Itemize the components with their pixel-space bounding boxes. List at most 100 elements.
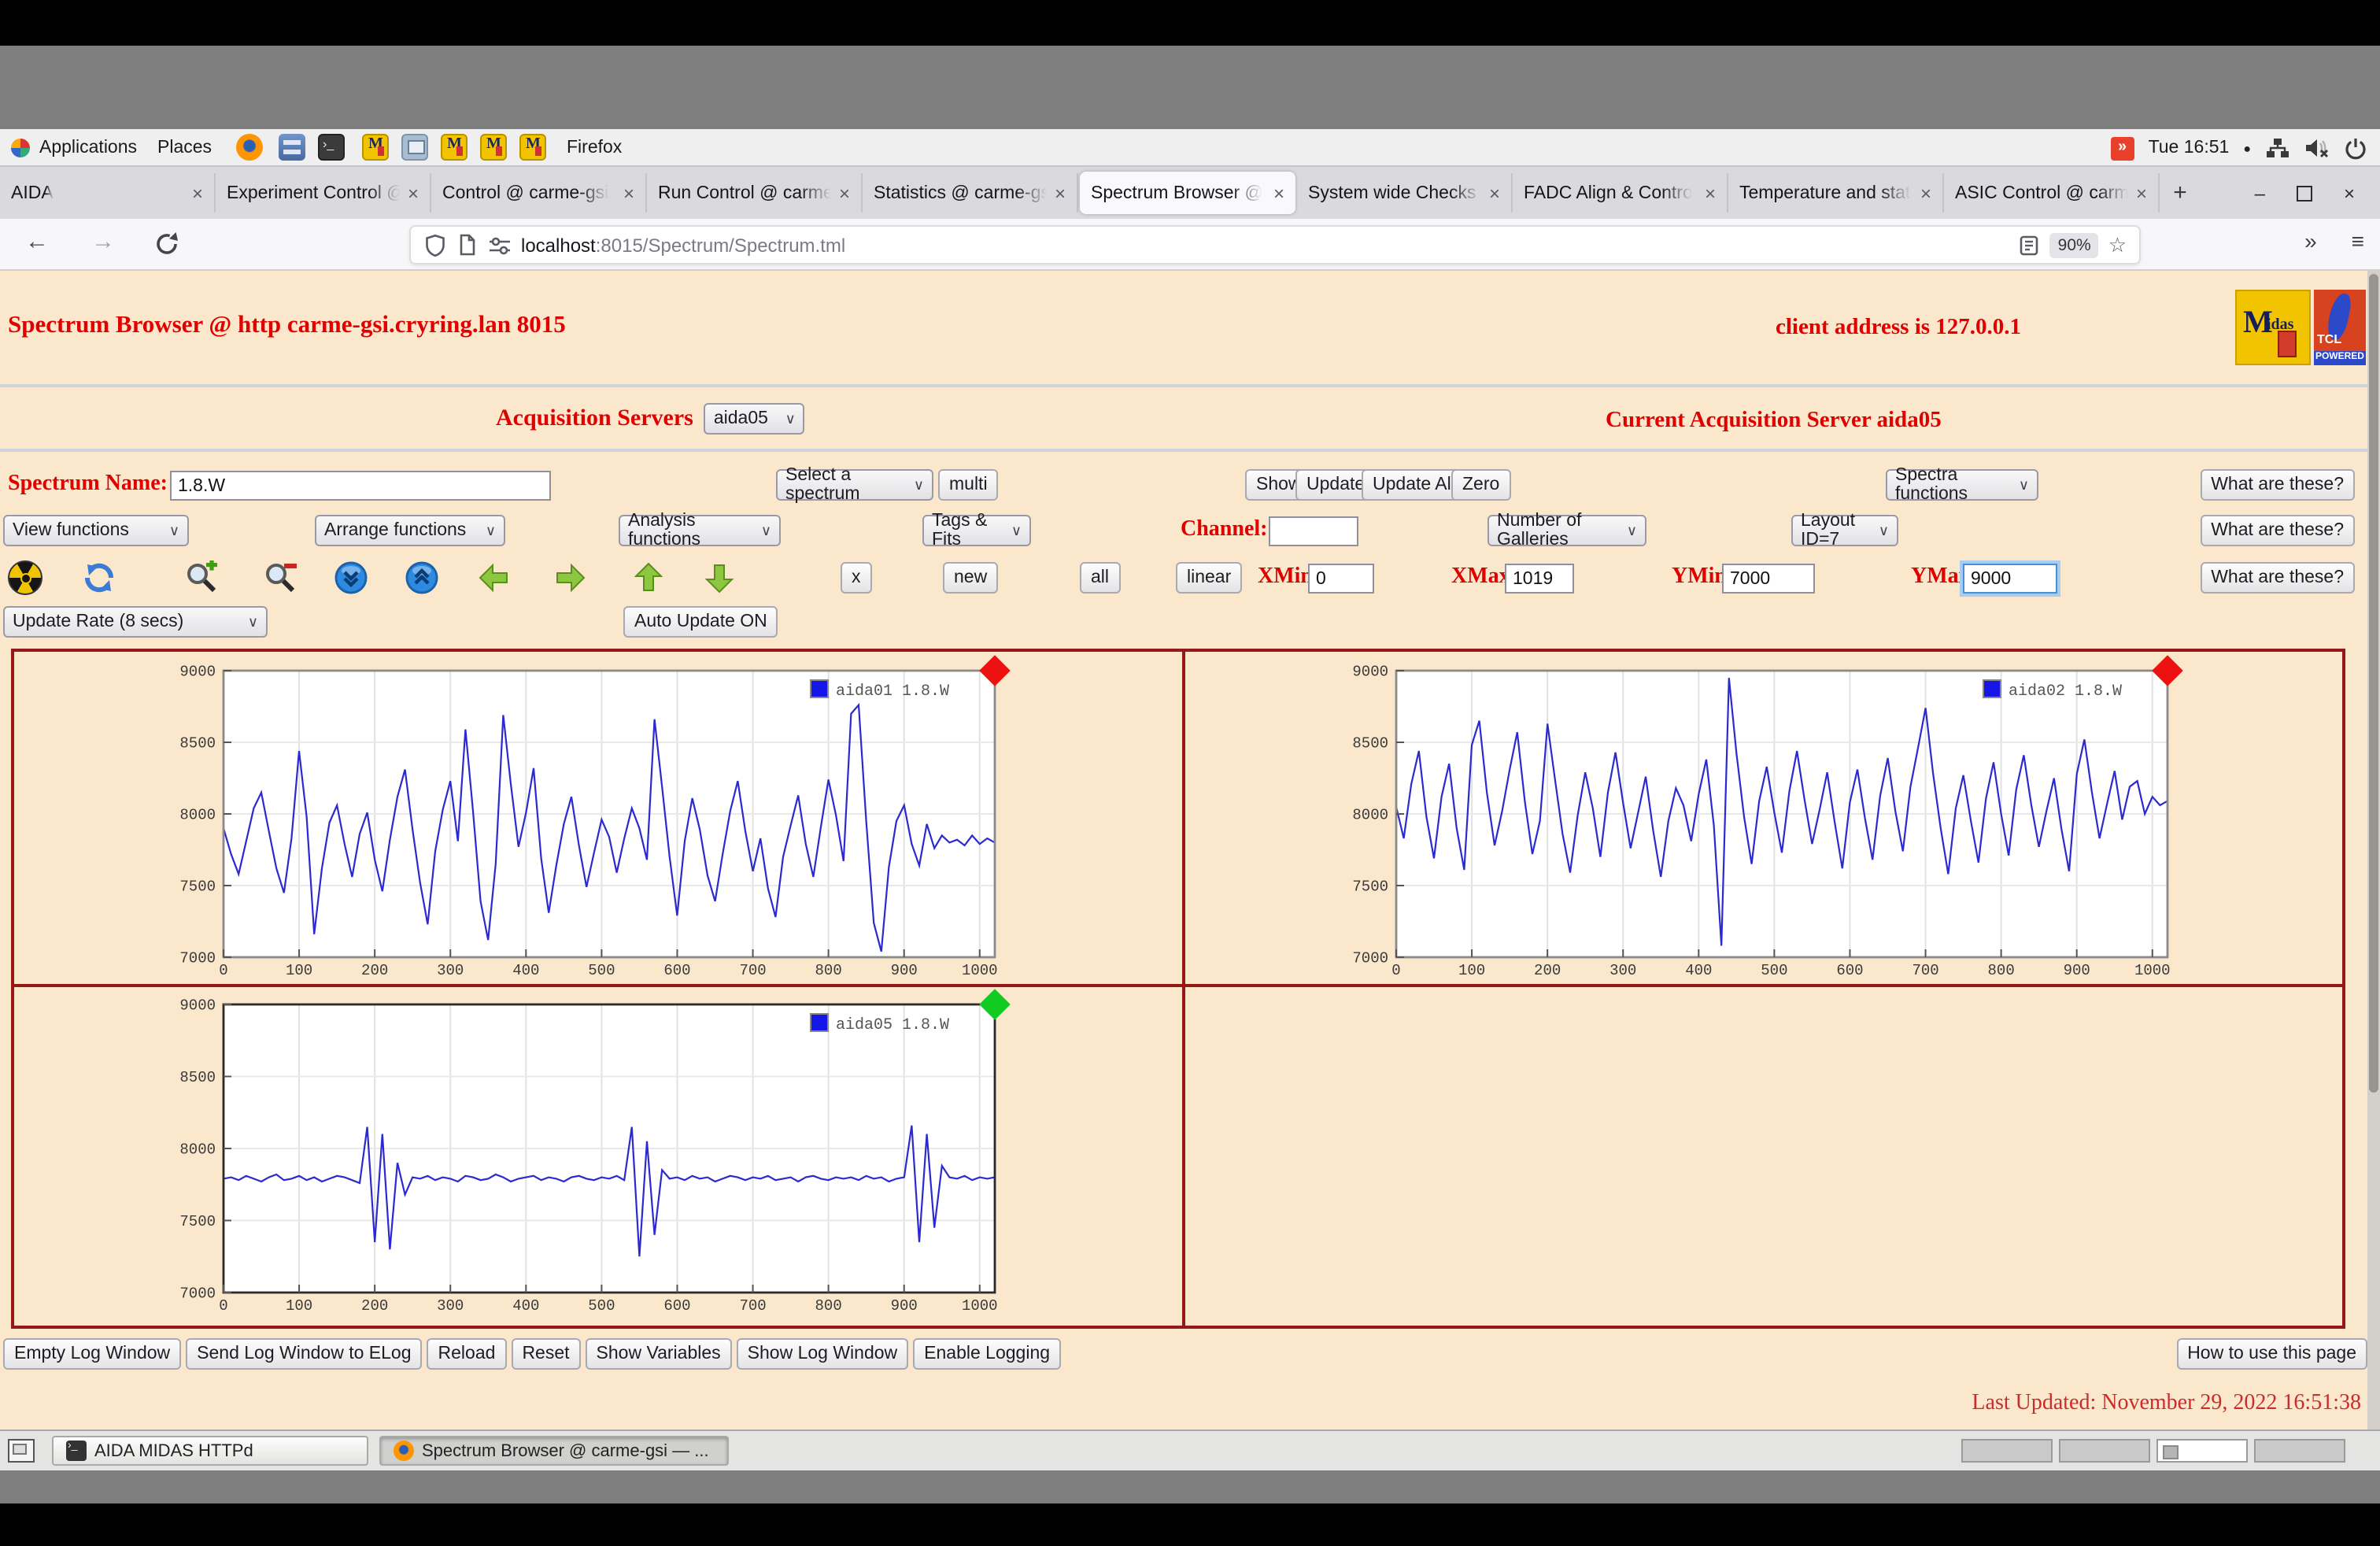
workspace-1[interactable] xyxy=(1961,1439,2053,1463)
scrollbar-thumb[interactable] xyxy=(2369,274,2378,1093)
chart-aida01[interactable]: 7000750080008500900001002003004005006007… xyxy=(11,649,1182,984)
channel-input[interactable] xyxy=(1269,516,1358,546)
tab-run-control[interactable]: Run Control @ carme× xyxy=(647,173,863,213)
scroll-down-icon[interactable] xyxy=(334,560,368,595)
all-button[interactable]: all xyxy=(1080,562,1120,594)
notification-icon[interactable]: » xyxy=(2111,136,2134,160)
tab-aida[interactable]: AIDA× xyxy=(0,173,216,213)
tab-close-icon[interactable]: × xyxy=(617,182,634,204)
arrange-functions-select[interactable]: Arrange functions∨ xyxy=(315,515,505,546)
tab-system-wide-checks[interactable]: System wide Checks (× xyxy=(1297,173,1513,213)
arrow-up-icon[interactable] xyxy=(631,560,666,595)
midas-launcher-icon[interactable] xyxy=(480,134,507,161)
midas-launcher-icon[interactable] xyxy=(519,134,546,161)
page-scrollbar[interactable] xyxy=(2367,271,2380,1429)
update-all-button[interactable]: Update All xyxy=(1362,469,1466,501)
ymax-input[interactable] xyxy=(1963,564,2057,594)
what-are-these-button[interactable]: What are these? xyxy=(2200,469,2355,501)
shield-icon[interactable] xyxy=(423,232,447,257)
network-icon[interactable] xyxy=(2265,137,2290,159)
volume-muted-icon[interactable] xyxy=(2304,137,2330,159)
screenshot-launcher-icon[interactable] xyxy=(401,134,428,161)
forward-button[interactable]: → xyxy=(91,228,115,255)
tab-close-icon[interactable]: × xyxy=(833,182,850,204)
tab-asic-control[interactable]: ASIC Control @ carme× xyxy=(1944,173,2160,213)
view-functions-select[interactable]: View functions∨ xyxy=(3,515,189,546)
xmin-input[interactable] xyxy=(1308,564,1374,594)
select-a-spectrum-select[interactable]: Select a spectrum∨ xyxy=(776,469,933,501)
how-to-use-button[interactable]: How to use this page xyxy=(2176,1338,2367,1370)
tab-spectrum-browser[interactable]: Spectrum Browser @× xyxy=(1080,172,1295,214)
xmax-input[interactable] xyxy=(1505,564,1574,594)
terminal-launcher-icon[interactable] xyxy=(318,134,345,161)
spectra-functions-select[interactable]: Spectra functions∨ xyxy=(1886,469,2038,501)
refresh-icon[interactable] xyxy=(82,560,116,595)
arrow-down-icon[interactable] xyxy=(702,560,737,595)
active-app-label[interactable]: Firefox xyxy=(567,129,622,167)
hamburger-menu-icon[interactable]: ≡ xyxy=(2352,228,2364,253)
reset-button[interactable]: Reset xyxy=(511,1338,580,1370)
tab-close-icon[interactable]: × xyxy=(1267,182,1284,204)
workspace-3-active[interactable] xyxy=(2156,1439,2248,1463)
overflow-menu-icon[interactable]: » xyxy=(2304,228,2317,253)
what-are-these-button[interactable]: What are these? xyxy=(2200,562,2355,594)
arrow-right-icon[interactable] xyxy=(552,560,587,595)
applications-menu[interactable]: Applications xyxy=(39,129,137,167)
close-window-button[interactable]: × xyxy=(2344,182,2355,204)
tab-fadc-align[interactable]: FADC Align & Contro× xyxy=(1513,173,1728,213)
files-launcher-icon[interactable] xyxy=(279,134,305,161)
tab-close-icon[interactable]: × xyxy=(2130,182,2147,204)
show-variables-button[interactable]: Show Variables xyxy=(586,1338,732,1370)
multi-button[interactable]: multi xyxy=(938,469,999,501)
back-button[interactable]: ← xyxy=(25,228,49,255)
tab-experiment-control[interactable]: Experiment Control @× xyxy=(216,173,431,213)
new-tab-button[interactable]: + xyxy=(2160,167,2201,219)
firefox-launcher-icon[interactable] xyxy=(236,134,263,161)
send-log-window-button[interactable]: Send Log Window to ELog xyxy=(186,1338,422,1370)
reload-button[interactable] xyxy=(154,231,179,257)
power-icon[interactable] xyxy=(2344,136,2367,160)
empty-log-window-button[interactable]: Empty Log Window xyxy=(3,1338,181,1370)
x-button[interactable]: x xyxy=(841,562,872,594)
bookmark-star-icon[interactable]: ☆ xyxy=(2108,232,2127,257)
tab-close-icon[interactable]: × xyxy=(186,182,203,204)
show-log-window-button[interactable]: Show Log Window xyxy=(737,1338,909,1370)
clock[interactable]: Tue 16:51 xyxy=(2149,139,2230,157)
permissions-icon[interactable] xyxy=(488,234,512,256)
what-are-these-button[interactable]: What are these? xyxy=(2200,515,2355,546)
scroll-up-icon[interactable] xyxy=(405,560,439,595)
analysis-functions-select[interactable]: Analysis functions∨ xyxy=(619,515,781,546)
reload-button[interactable]: Reload xyxy=(427,1338,507,1370)
zoom-out-icon[interactable] xyxy=(263,560,298,595)
tab-close-icon[interactable]: × xyxy=(1914,182,1931,204)
tab-close-icon[interactable]: × xyxy=(1483,182,1500,204)
chart-aida05[interactable]: 7000750080008500900001002003004005006007… xyxy=(11,984,1182,1329)
zoom-in-icon[interactable] xyxy=(184,560,219,595)
workspace-4[interactable] xyxy=(2254,1439,2345,1463)
places-menu[interactable]: Places xyxy=(157,129,212,167)
auto-update-button[interactable]: Auto Update ON xyxy=(623,606,778,638)
arrow-left-icon[interactable] xyxy=(477,560,512,595)
page-info-icon[interactable] xyxy=(456,233,479,257)
taskbar-item-spectrum-browser[interactable]: Spectrum Browser @ carme-gsi — ... xyxy=(379,1436,729,1466)
number-of-galleries-select[interactable]: Number of Galleries∨ xyxy=(1488,515,1646,546)
radiation-icon[interactable] xyxy=(8,560,42,595)
enable-logging-button[interactable]: Enable Logging xyxy=(913,1338,1061,1370)
new-button[interactable]: new xyxy=(943,562,998,594)
maximize-button[interactable] xyxy=(2297,185,2312,201)
acquisition-server-select[interactable]: aida05∨ xyxy=(704,403,805,435)
workspace-2[interactable] xyxy=(2059,1439,2150,1463)
tab-close-icon[interactable]: × xyxy=(1048,182,1066,204)
ymin-input[interactable] xyxy=(1722,564,1815,594)
tab-close-icon[interactable]: × xyxy=(401,182,419,204)
spectrum-name-input[interactable] xyxy=(170,471,551,501)
linear-button[interactable]: linear xyxy=(1176,562,1242,594)
layout-id-select[interactable]: Layout ID=7∨ xyxy=(1791,515,1898,546)
tab-statistics[interactable]: Statistics @ carme-gs× xyxy=(863,173,1078,213)
show-desktop-icon[interactable] xyxy=(8,1439,35,1463)
taskbar-item-httpd[interactable]: AIDA MIDAS HTTPd xyxy=(52,1436,368,1466)
zero-button[interactable]: Zero xyxy=(1451,469,1510,501)
tab-temperature[interactable]: Temperature and stat× xyxy=(1728,173,1944,213)
reader-mode-icon[interactable] xyxy=(2019,234,2041,256)
tags-fits-select[interactable]: Tags & Fits∨ xyxy=(922,515,1031,546)
